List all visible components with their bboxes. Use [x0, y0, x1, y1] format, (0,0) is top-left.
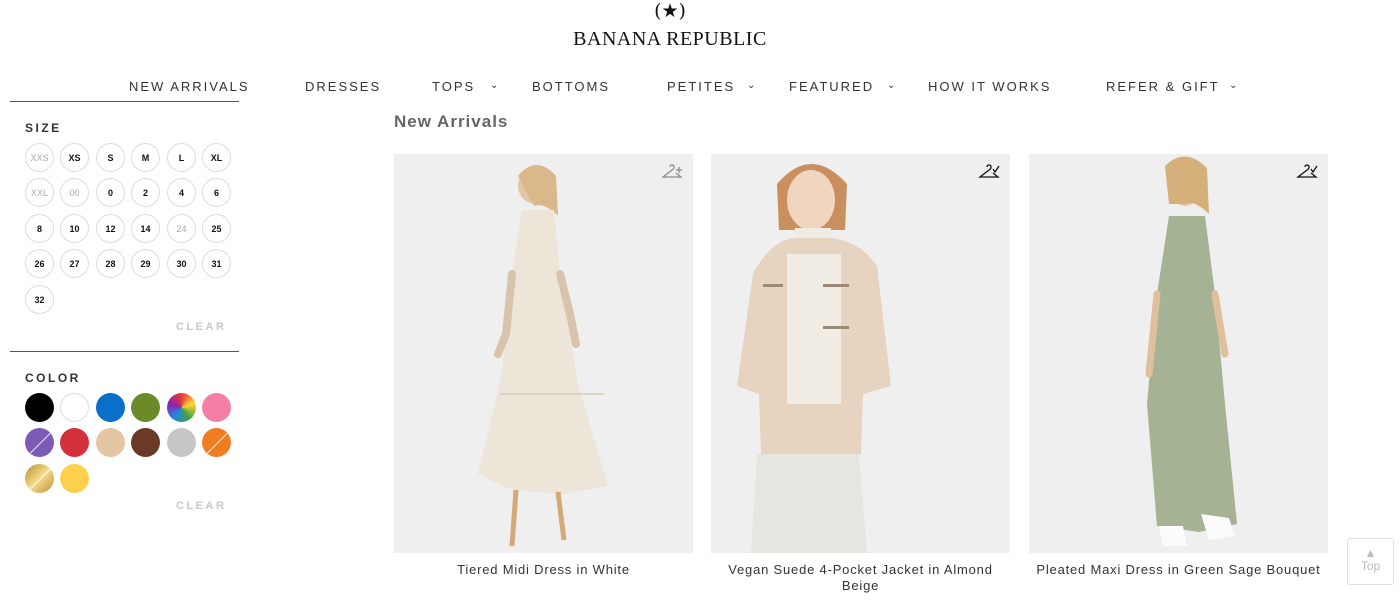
color-swatch-yellow[interactable] [60, 464, 89, 493]
brand-name: BANANA REPUBLIC [573, 28, 767, 50]
active-nav-underline [10, 101, 239, 102]
chevron-down-icon[interactable]: ⌄ [887, 80, 895, 91]
nav-tops[interactable]: TOPS [432, 79, 475, 94]
size-clear-button[interactable]: CLEAR [176, 321, 226, 333]
size-option[interactable]: 31 [202, 249, 231, 278]
color-swatch-beige[interactable] [96, 428, 125, 457]
size-option[interactable]: 28 [96, 249, 125, 278]
hanger-check-icon[interactable] [978, 164, 1000, 182]
unavailable-slash [27, 430, 53, 456]
nav-featured[interactable]: FEATURED [789, 79, 874, 94]
color-swatch-purple[interactable] [25, 428, 54, 457]
dress-photo [394, 154, 693, 553]
size-option[interactable]: 24 [167, 214, 196, 243]
size-option[interactable]: 2 [131, 178, 160, 207]
size-option[interactable]: 27 [60, 249, 89, 278]
size-filter-title: SIZE [25, 121, 62, 135]
size-option[interactable]: 12 [96, 214, 125, 243]
filter-divider [10, 351, 239, 352]
size-option[interactable]: 6 [202, 178, 231, 207]
scroll-top-button[interactable]: ▲ Top [1347, 538, 1394, 585]
size-option[interactable]: 0 [96, 178, 125, 207]
size-option[interactable]: 14 [131, 214, 160, 243]
color-swatch-black[interactable] [25, 393, 54, 422]
size-option[interactable]: M [131, 143, 160, 172]
chevron-down-icon[interactable]: ⌄ [490, 80, 498, 91]
product-card[interactable]: Vegan Suede 4-Pocket Jacket in Almond Be… [711, 154, 1010, 594]
size-option[interactable]: S [96, 143, 125, 172]
size-option[interactable]: 26 [25, 249, 54, 278]
size-option[interactable]: 25 [202, 214, 231, 243]
unavailable-slash [27, 466, 53, 492]
color-swatch-orange[interactable] [202, 428, 231, 457]
hanger-add-icon[interactable] [661, 164, 683, 182]
size-option[interactable]: XXL [25, 178, 54, 207]
color-swatch-pink[interactable] [202, 393, 231, 422]
size-option[interactable]: 4 [167, 178, 196, 207]
product-name[interactable]: Pleated Maxi Dress in Green Sage Bouquet [1029, 562, 1328, 578]
nav-refer-gift[interactable]: REFER & GIFT [1106, 79, 1220, 94]
product-card[interactable]: Tiered Midi Dress in White [394, 154, 693, 578]
color-clear-button[interactable]: CLEAR [176, 500, 226, 512]
chevron-down-icon[interactable]: ⌄ [747, 80, 755, 91]
size-option[interactable]: 10 [60, 214, 89, 243]
nav-petites[interactable]: PETITES [667, 79, 735, 94]
color-swatch-white[interactable] [60, 393, 89, 422]
maxi-dress-photo [1029, 154, 1328, 553]
color-swatch-red[interactable] [60, 428, 89, 457]
unavailable-slash [204, 430, 230, 456]
hanger-check-icon[interactable] [1296, 164, 1318, 182]
page-title: New Arrivals [394, 112, 509, 131]
product-image[interactable] [394, 154, 693, 553]
size-option[interactable]: 29 [131, 249, 160, 278]
size-option[interactable]: 32 [25, 285, 54, 314]
size-option[interactable]: 8 [25, 214, 54, 243]
nav-bottoms[interactable]: BOTTOMS [532, 79, 610, 94]
star-logo-icon: (★) [654, 0, 686, 22]
product-name[interactable]: Vegan Suede 4-Pocket Jacket in Almond Be… [711, 562, 1010, 594]
color-swatch-gray[interactable] [167, 428, 196, 457]
product-card[interactable]: Pleated Maxi Dress in Green Sage Bouquet [1029, 154, 1328, 578]
arrow-up-icon: ▲ [1364, 546, 1377, 560]
color-filter-title: COLOR [25, 371, 81, 385]
color-swatch-green[interactable] [131, 393, 160, 422]
scroll-top-label: Top [1360, 559, 1381, 573]
nav-dresses[interactable]: DRESSES [305, 79, 381, 94]
size-option[interactable]: L [167, 143, 196, 172]
color-swatch-gold[interactable] [25, 464, 54, 493]
nav-how-it-works[interactable]: HOW IT WORKS [928, 79, 1051, 94]
size-option[interactable]: 30 [167, 249, 196, 278]
color-swatch-brown[interactable] [131, 428, 160, 457]
color-swatch-blue[interactable] [96, 393, 125, 422]
size-option[interactable]: XXS [25, 143, 54, 172]
size-option[interactable]: XL [202, 143, 231, 172]
product-image[interactable] [711, 154, 1010, 553]
jacket-photo [711, 154, 1010, 553]
color-swatch-multi[interactable] [167, 393, 196, 422]
product-image[interactable] [1029, 154, 1328, 553]
size-option[interactable]: XS [60, 143, 89, 172]
chevron-down-icon[interactable]: ⌄ [1229, 80, 1237, 91]
size-option[interactable]: 00 [60, 178, 89, 207]
main-nav: NEW ARRIVALS DRESSES TOPS ⌄ BOTTOMS PETI… [0, 79, 1400, 99]
brand-logo[interactable]: (★) BANANA REPUBLIC [0, 0, 1340, 51]
nav-new-arrivals[interactable]: NEW ARRIVALS [129, 79, 250, 94]
product-name[interactable]: Tiered Midi Dress in White [394, 562, 693, 578]
